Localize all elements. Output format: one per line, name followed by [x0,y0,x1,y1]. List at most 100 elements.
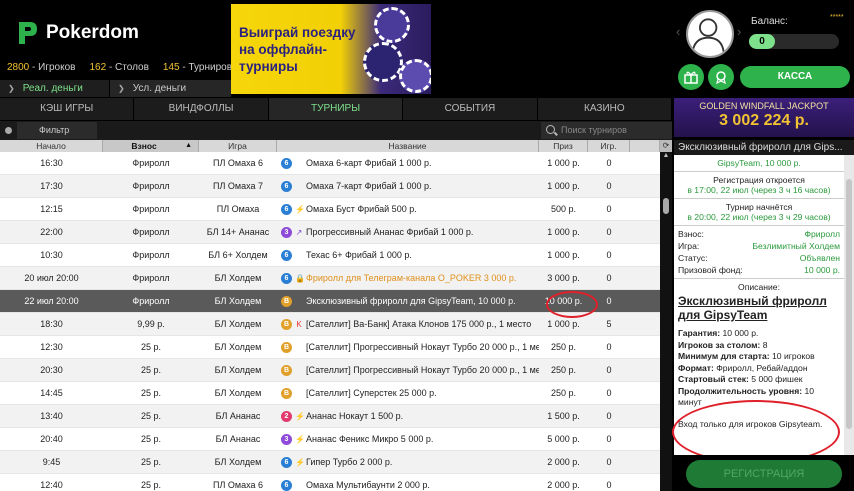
avatar[interactable] [686,10,734,58]
cell-start: 14:45 [40,388,63,398]
cell-prize: 1 000 р. [547,319,580,329]
chevron-right-icon[interactable]: › [737,24,741,39]
table-row[interactable]: 20:30 25 р. БЛ Холдем B [Сателлит] Прогресси… [0,359,660,382]
register-button[interactable]: РЕГИСТРАЦИЯ [686,460,842,488]
cell-prize: 1 000 р. [547,158,580,168]
cell-start: 12:15 [40,204,63,214]
cell-players: 0 [606,250,612,260]
six-max-badge-icon: 6 [281,180,292,192]
tab-windfalls[interactable]: ВИНДФОЛЛЫ [134,98,269,120]
cell-prize: 1 500 р. [547,411,580,421]
tournament-name: [Сателлит] Прогрессивный Нокаут Турбо 20… [306,342,539,352]
cell-fee: 25 р. [140,365,162,375]
cell-game: БЛ Холдем [214,296,262,306]
rewards-button[interactable] [708,64,734,90]
cashier-button[interactable]: КАССА [740,66,850,88]
tab-play-money[interactable]: ❯ Усл. деньги [110,80,232,97]
tournament-name: Техас 6+ Фрибай 1 000 р. [306,250,412,260]
tab-cash-games[interactable]: КЭШ ИГРЫ [0,98,135,120]
chevron-right-icon: ❯ [118,84,125,93]
cell-name: 6 ⚡ Омаха Буст Фрибай 500 р. [277,203,539,215]
cell-start: 20:40 [40,434,63,444]
cell-game: БЛ Холдем [214,342,262,352]
cell-start: 22:00 [40,227,63,237]
scroll-thumb[interactable] [663,198,669,214]
jackpot-title: GOLDEN WINDFALL JACKPOT [699,101,829,111]
scroll-thumb[interactable] [846,179,852,429]
tournament-name: Прогрессивный Ананас Фрибай 1 000 р. [306,227,474,237]
tournament-name: Ананас Нокаут 1 500 р. [306,411,404,421]
gift-button[interactable] [678,64,704,90]
tab-events[interactable]: СОБЫТИЯ [403,98,538,120]
cell-prize: 3 000 р. [547,273,580,283]
filter-button[interactable]: Фильтр [17,122,97,139]
scroll-up-icon[interactable]: ▲ [660,152,672,162]
bounty-badge-icon: B [281,318,292,330]
highlight-circle [546,291,598,318]
column-name[interactable]: Название [277,140,539,152]
chevron-left-icon[interactable]: ‹ [676,24,680,39]
cell-name: 6 Омаха 6-карт Фрибай 1 000 р. [277,157,539,169]
table-header: Начало Взнос ▲ Игра Название Приз Игр. [0,140,660,152]
cell-name: B [Сателлит] Суперстек 25 000 р. [277,387,539,399]
table-row[interactable]: 22:00 Фриролл БЛ 14+ Ананас 3 ↗ Прогрессивный… [0,221,660,244]
search-input[interactable]: Поиск турниров [541,122,672,139]
six-max-badge-icon: 6 [281,203,292,215]
cell-prize: 1 000 р. [547,181,580,191]
column-fee[interactable]: Взнос ▲ [103,140,199,152]
tournament-table: 16:30 Фриролл ПЛ Омаха 6 6 Омаха 6-карт Фриб… [0,152,660,491]
table-row[interactable]: 17:30 Фриролл ПЛ Омаха 7 6 Омаха 7-карт Фриб… [0,175,660,198]
tab-real-money[interactable]: ❯ Реал. деньги [0,80,110,97]
table-row[interactable]: 13:40 25 р. БЛ Ананас 2 ⚡ Ананас Нокаут 1 500… [0,405,660,428]
tab-casino[interactable]: КАЗИНО [538,98,673,120]
detail-scrollbar[interactable] [844,155,854,455]
three-max-badge-icon: 3 [281,226,292,238]
tab-tournaments[interactable]: ТУРНИРЫ [268,98,404,120]
cell-players: 0 [606,181,612,191]
lightning-icon: ⚡ [295,434,305,444]
refresh-icon[interactable]: ⟳ [660,140,672,152]
detail-title: Эксклюзивный фриролл для Gips... [674,140,854,155]
table-row[interactable]: 16:30 Фриролл ПЛ Омаха 6 6 Омаха 6-карт Фриб… [0,152,660,175]
table-row[interactable]: 20 июл 20:00 Фриролл БЛ Холдем 6 🔒 Фриролл дл… [0,267,660,290]
poker-chip-icon [363,42,403,82]
cell-name: 2 ⚡ Ананас Нокаут 1 500 р. [277,410,539,422]
cell-game: БЛ Холдем [214,388,262,398]
table-row[interactable]: 12:15 Фриролл ПЛ Омаха 6 ⚡ Омаха Буст Фрибай … [0,198,660,221]
cell-prize: 250 р. [550,365,577,375]
cell-start: 22 июл 20:00 [24,296,79,306]
user-icon [691,18,725,53]
table-row[interactable]: 14:45 25 р. БЛ Холдем B [Сателлит] Суперстек… [0,382,660,405]
cell-game: ПЛ Омаха [216,204,260,214]
table-scrollbar[interactable]: ▲ [660,152,672,491]
column-start[interactable]: Начало [0,140,103,152]
column-prize[interactable]: Приз [539,140,588,152]
tournament-name: [Сателлит] Прогрессивный Нокаут Турбо 20… [306,365,539,375]
cell-fee: Фриролл [132,204,170,214]
cell-game: ПЛ Омаха 6 [213,480,263,490]
table-row[interactable]: 20:40 25 р. БЛ Ананас 3 ⚡ Ананас Феникс Микро… [0,428,660,451]
promo-banner[interactable]: Выиграй поездку на оффлайн-турниры [231,4,431,94]
tournament-name: Гипер Турбо 2 000 р. [306,457,393,467]
cell-start: 20 июл 20:00 [24,273,79,283]
progressive-arrow-icon: ↗ [295,227,303,237]
table-row[interactable]: 12:40 25 р. ПЛ Омаха 6 6 Омаха Мультибаунти … [0,474,660,491]
main-nav: КЭШ ИГРЫ ВИНДФОЛЛЫ ТУРНИРЫ СОБЫТИЯ КАЗИН… [0,98,673,120]
table-row[interactable]: 9:45 25 р. БЛ Холдем 6 ⚡ Гипер Турбо 2 000 р.… [0,451,660,474]
jackpot-banner[interactable]: GOLDEN WINDFALL JACKPOT 3 002 224 р. [674,98,854,137]
balance-value: 0 [749,34,775,49]
detail-top-line: GipsyTeam, 10 000 р. [674,155,844,172]
column-players[interactable]: Игр. [588,140,630,152]
search-placeholder: Поиск турниров [561,125,627,135]
logo[interactable]: Pokerdom [16,20,139,46]
table-row[interactable]: 12:30 25 р. БЛ Холдем B [Сателлит] Прогресси… [0,336,660,359]
cell-players: 0 [606,273,612,283]
tournament-name: Эксклюзивный фриролл для GipsyTeam, 10 0… [306,296,516,306]
table-row[interactable]: 10:30 Фриролл БЛ 6+ Холдем 6 Техас 6+ Фрибай… [0,244,660,267]
cell-game: БЛ Холдем [214,457,262,467]
column-game[interactable]: Игра [199,140,277,152]
cell-name: B [Сателлит] Прогрессивный Нокаут Турбо 2… [277,364,539,376]
cell-name: 6 ⚡ Гипер Турбо 2 000 р. [277,456,539,468]
cell-prize: 250 р. [550,342,577,352]
cell-fee: Фриролл [132,296,170,306]
